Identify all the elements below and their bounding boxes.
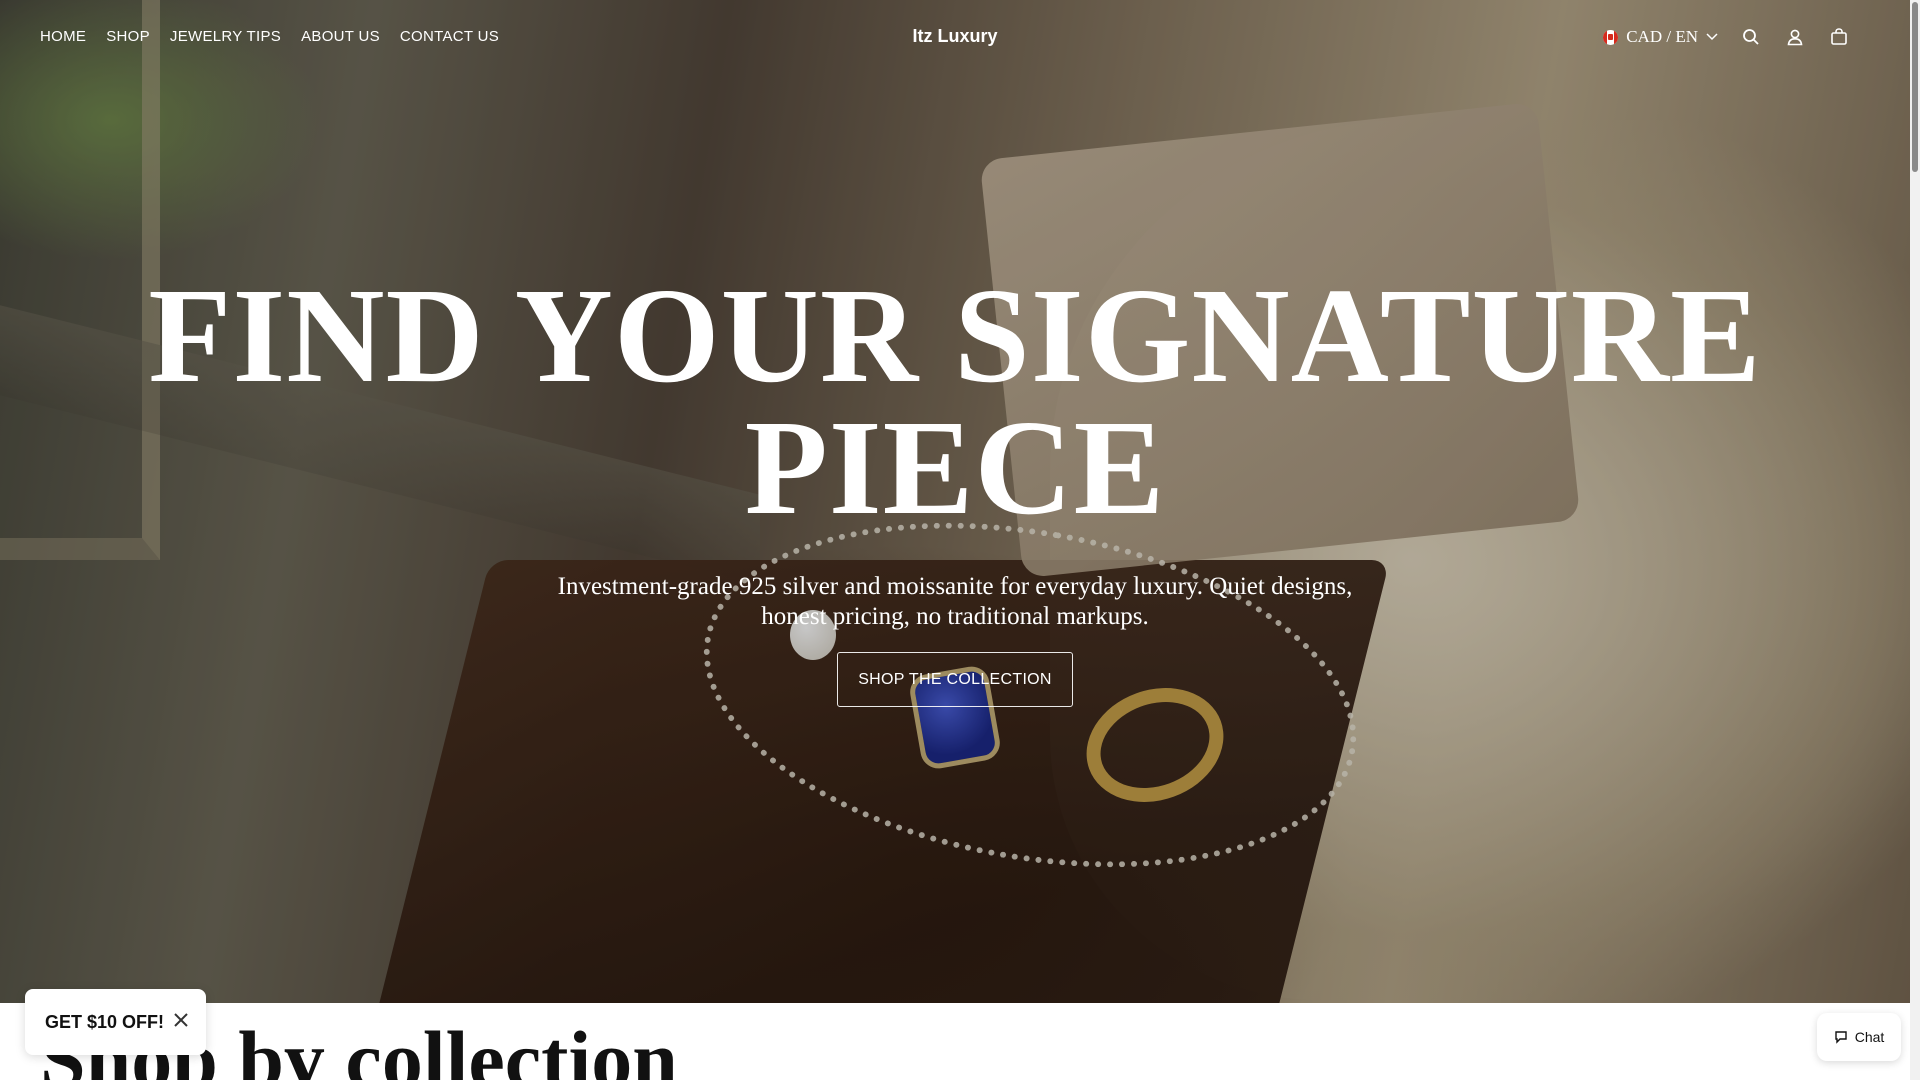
locale-selector[interactable]: CAD / EN: [1603, 27, 1718, 47]
search-button[interactable]: [1740, 26, 1762, 48]
page-scrollbar[interactable]: [1910, 0, 1920, 1080]
chat-label: Chat: [1854, 1029, 1885, 1045]
hero-subcopy: Investment-grade 925 silver and moissani…: [0, 572, 1910, 632]
chevron-down-icon: [1706, 33, 1718, 41]
hero-headline-line1: FIND YOUR SIGNATURE: [148, 261, 1762, 411]
site-header: HOME SHOP JEWELRY TIPS ABOUT US CONTACT …: [0, 0, 1910, 76]
header-utilities: CAD / EN: [1603, 26, 1850, 48]
locale-label: CAD / EN: [1626, 27, 1698, 46]
chat-button[interactable]: Chat: [1817, 1013, 1901, 1061]
close-icon[interactable]: [172, 1011, 190, 1029]
hero-banner: FIND YOUR SIGNATURE PIECE Investment-gra…: [0, 0, 1910, 1003]
cart-button[interactable]: [1828, 26, 1850, 48]
cart-icon: [1831, 28, 1847, 45]
scrollbar-thumb[interactable]: [1912, 2, 1918, 172]
hero-subcopy-line1: Investment-grade 925 silver and moissani…: [557, 573, 1353, 600]
shop-collection-button[interactable]: SHOP THE COLLECTION: [837, 652, 1073, 707]
search-icon: [1743, 29, 1759, 45]
canada-flag-icon: [1603, 29, 1619, 45]
hero-subcopy-line2: honest pricing, no traditional markups.: [761, 603, 1149, 630]
hero-headline-line2: PIECE: [744, 393, 1166, 543]
discount-popup[interactable]: GET $10 OFF!: [25, 989, 206, 1055]
discount-popup-text[interactable]: GET $10 OFF!: [45, 1012, 164, 1033]
account-icon: [1787, 29, 1803, 46]
hero-headline: FIND YOUR SIGNATURE PIECE: [0, 268, 1910, 536]
account-button[interactable]: [1784, 26, 1806, 48]
brand-name[interactable]: Itz Luxury: [912, 26, 997, 47]
chat-icon: [1835, 1031, 1847, 1044]
